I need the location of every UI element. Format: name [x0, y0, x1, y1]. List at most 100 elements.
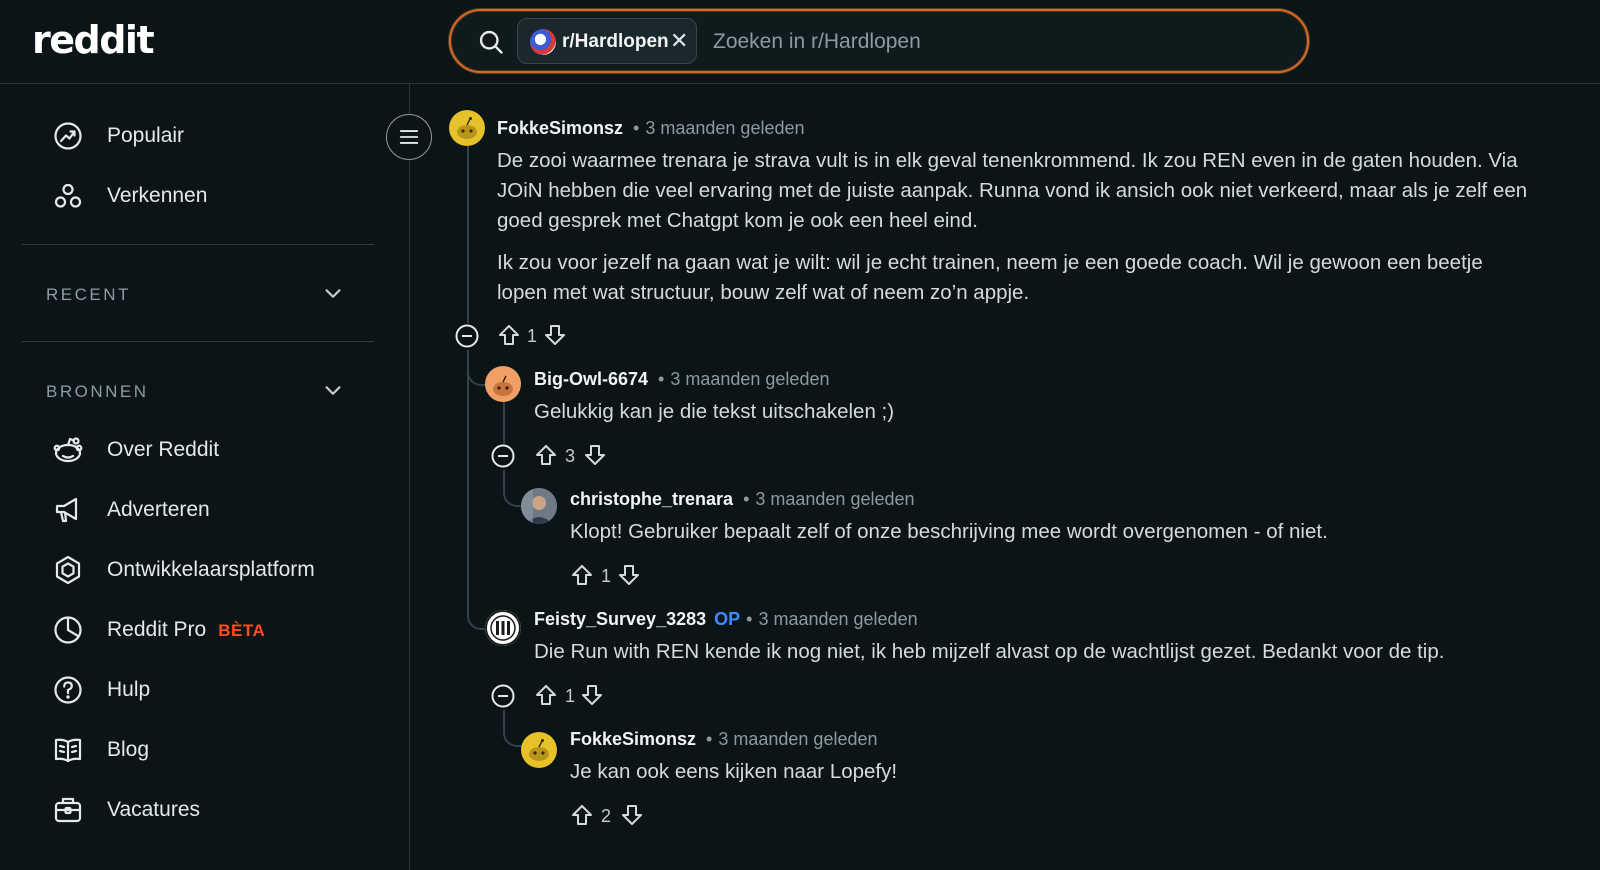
upvote-icon[interactable]: [497, 323, 521, 347]
chevron-down-icon: [325, 289, 341, 298]
thread-line: [503, 396, 505, 444]
help-icon: [54, 676, 82, 704]
bronnen-section-toggle[interactable]: BRONNEN: [46, 378, 346, 408]
upvote-icon[interactable]: [534, 683, 558, 707]
separator-dot: •: [706, 729, 713, 749]
vote-score: 2: [601, 806, 612, 826]
reddit-logo[interactable]: reddit: [32, 18, 155, 62]
op-badge: OP: [714, 609, 741, 629]
thread-connector: [467, 605, 487, 630]
avatar[interactable]: [485, 610, 521, 646]
snoo-avatar-icon: [457, 117, 477, 139]
comment-author[interactable]: FokkeSimonsz: [497, 118, 623, 138]
sidebar-item-label: Over Reddit: [107, 438, 220, 461]
search-input[interactable]: Zoeken in r/Hardlopen: [713, 30, 921, 54]
sidebar-item-adverteren[interactable]: Adverteren: [52, 490, 372, 530]
search-bar[interactable]: r/Hardlopen ✕ Zoeken in r/Hardlopen: [449, 9, 1309, 73]
sidebar-item-vacatures[interactable]: Vacatures: [52, 790, 372, 830]
user-photo-avatar: [521, 488, 557, 524]
sidebar-item-populair[interactable]: Populair: [52, 116, 372, 156]
sidebar-item-blog[interactable]: Blog: [52, 730, 372, 770]
sidebar-item-verkennen[interactable]: Verkennen: [52, 176, 372, 216]
sidebar-divider: [22, 341, 374, 342]
section-label-recent: RECENT: [46, 285, 131, 304]
sidebar-item-label: Blog: [107, 738, 150, 761]
thread-connector: [503, 470, 523, 507]
sidebar-item-label: Ontwikkelaarsplatform: [107, 558, 315, 581]
vote-score: 1: [527, 326, 538, 346]
close-icon[interactable]: ✕: [670, 28, 688, 54]
comment-body: De zooi waarmee trenara je strava vult i…: [497, 146, 1537, 308]
comment-meta: Big-Owl-6674 • 3 maanden geleden: [534, 369, 829, 390]
comment-paragraph: Je kan ook eens kijken naar Lopefy!: [570, 760, 898, 783]
avatar[interactable]: [521, 732, 557, 768]
sidebar-item-ontwikkelaarsplatform[interactable]: Ontwikkelaarsplatform: [52, 550, 372, 590]
upvote-icon[interactable]: [534, 443, 558, 467]
comment-author[interactable]: Feisty_Survey_3283: [534, 609, 706, 629]
collapse-icon[interactable]: [490, 683, 516, 709]
book-icon: [54, 738, 82, 763]
comment-body: Gelukkig kan je die tekst uitschakelen ;…: [534, 397, 1534, 427]
comment-paragraph: Ik zou voor jezelf na gaan wat je wilt: …: [497, 251, 1483, 304]
search-icon: [479, 30, 503, 54]
sidebar-item-label: Adverteren: [107, 498, 210, 521]
comment-time[interactable]: 3 maanden geleden: [755, 489, 914, 509]
avatar[interactable]: [521, 488, 557, 524]
comment-paragraph: Gelukkig kan je die tekst uitschakelen ;…: [534, 400, 895, 423]
sidebar-item-over-reddit[interactable]: Over Reddit: [52, 430, 372, 470]
comment-author[interactable]: christophe_trenara: [570, 489, 733, 509]
comment-body: Die Run with REN kende ik nog niet, ik h…: [534, 637, 1554, 667]
collapse-icon[interactable]: [490, 443, 516, 469]
comment-meta: FokkeSimonsz • 3 maanden geleden: [570, 729, 878, 750]
comment-time[interactable]: 3 maanden geleden: [645, 118, 804, 138]
sidebar-item-label: Verkennen: [107, 184, 208, 207]
downvote-icon[interactable]: [617, 563, 641, 587]
upvote-icon[interactable]: [570, 563, 594, 587]
comment-author[interactable]: Big-Owl-6674: [534, 369, 648, 389]
thread-line: [467, 350, 469, 605]
downvote-icon[interactable]: [543, 323, 567, 347]
vote-score: 1: [565, 686, 576, 706]
downvote-icon[interactable]: [583, 443, 607, 467]
avatar[interactable]: [485, 366, 521, 402]
separator-dot: •: [633, 118, 640, 138]
sidebar-item-label: Populair: [107, 124, 185, 147]
collapse-icon[interactable]: [454, 323, 480, 349]
hamburger-menu-icon: [399, 130, 419, 144]
comment-paragraph: De zooi waarmee trenara je strava vult i…: [497, 149, 1528, 232]
comment-time[interactable]: 3 maanden geleden: [718, 729, 877, 749]
comment-paragraph: Klopt! Gebruiker bepaalt zelf of onze be…: [570, 520, 1328, 543]
downvote-icon[interactable]: [580, 683, 604, 707]
avatar[interactable]: [449, 110, 485, 146]
left-sidebar: Populair Verkennen RECENT BRONNEN Over R…: [0, 84, 410, 870]
snoo-avatar-icon: [529, 739, 549, 761]
developer-platform-icon: [55, 555, 81, 585]
comment-meta: christophe_trenara • 3 maanden geleden: [570, 489, 915, 510]
briefcase-icon: [54, 797, 82, 823]
recent-section-toggle[interactable]: RECENT: [46, 281, 346, 311]
megaphone-icon: [55, 497, 78, 523]
popular-icon: [54, 122, 82, 150]
vote-score: 3: [565, 446, 576, 466]
comment-meta: Feisty_Survey_3283 OP • 3 maanden geleden: [534, 609, 918, 630]
thread-connector: [467, 350, 487, 386]
subreddit-filter-chip[interactable]: r/Hardlopen ✕: [517, 18, 697, 64]
club-logo-avatar: [485, 610, 521, 646]
upvote-icon[interactable]: [570, 803, 594, 827]
sidebar-item-label-group: Reddit Pro BÈTA: [107, 618, 265, 642]
downvote-icon[interactable]: [620, 803, 644, 827]
sidebar-item-reddit-pro[interactable]: Reddit Pro BÈTA: [52, 610, 372, 650]
comment-time[interactable]: 3 maanden geleden: [670, 369, 829, 389]
vote-score: 1: [601, 566, 612, 586]
comment-author[interactable]: FokkeSimonsz: [570, 729, 696, 749]
sidebar-item-hulp[interactable]: Hulp: [52, 670, 372, 710]
sidebar-toggle-button[interactable]: [386, 114, 432, 160]
snoo-avatar-icon: [493, 375, 513, 396]
separator-dot: •: [743, 489, 750, 509]
comment-time[interactable]: 3 maanden geleden: [758, 609, 917, 629]
subreddit-chip-label: r/Hardlopen: [562, 31, 669, 52]
chevron-down-icon: [325, 386, 341, 395]
separator-dot: •: [746, 609, 753, 629]
pie-chart-icon: [54, 616, 82, 644]
section-label-bronnen: BRONNEN: [46, 382, 149, 401]
